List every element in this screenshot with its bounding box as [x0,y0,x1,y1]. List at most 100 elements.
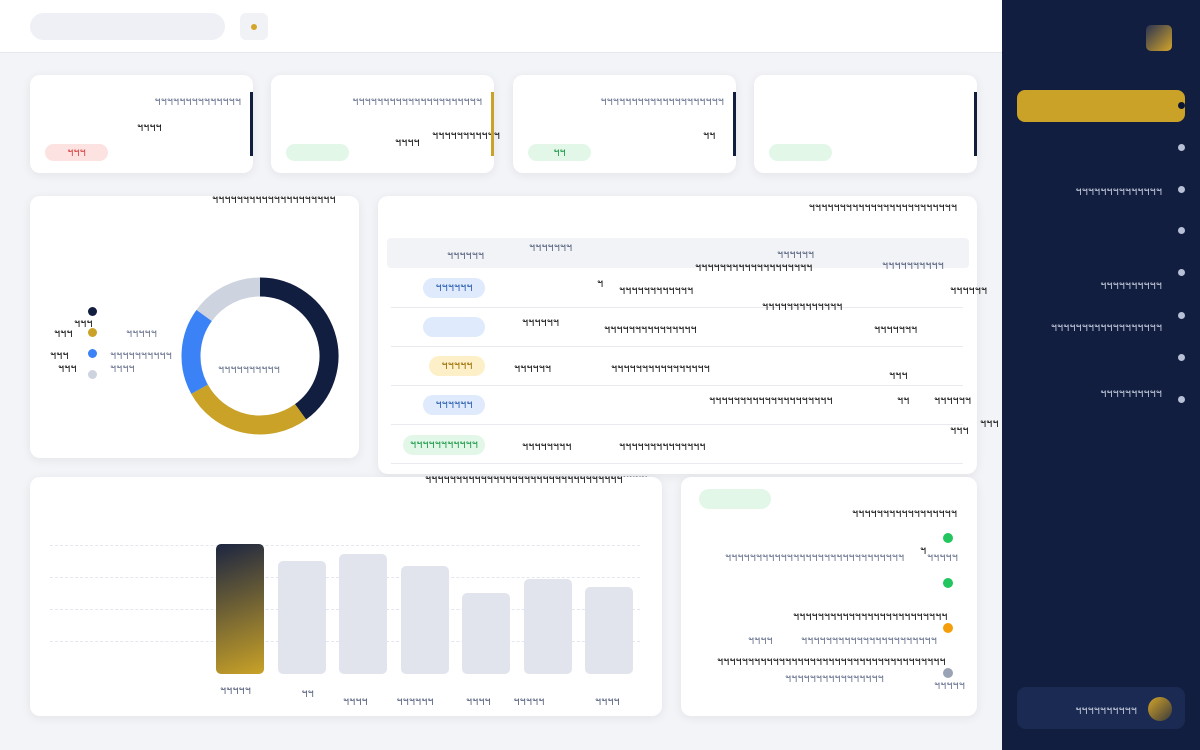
sidebar-dot-icon[interactable] [1178,144,1185,151]
activity-text: ฯฯฯฯฯฯฯฯฯฯฯฯฯฯฯฯฯฯฯฯฯฯฯฯฯฯฯฯฯฯฯฯฯฯฯฯฯ [717,655,946,668]
bar-label: ฯฯฯฯ [595,695,620,708]
donut-slice[interactable] [191,384,307,435]
donut-card: ฯฯฯฯฯฯฯฯฯฯฯฯฯฯฯฯฯฯฯฯ ฯฯฯฯฯฯฯฯฯฯ ฯฯฯ ฯฯฯ … [30,193,359,458]
bar[interactable] [400,566,449,674]
sidebar-item-label[interactable]: ฯฯฯฯฯฯฯฯฯฯฯฯฯฯฯฯฯฯ [1051,318,1162,336]
legend-value: ฯฯฯฯ [110,362,135,375]
row-divider [391,385,963,386]
bar-label: ฯฯ [301,687,314,700]
activity-text: ฯฯฯฯฯฯฯฯฯฯฯฯฯฯฯฯฯฯฯฯฯฯฯฯฯฯฯฯฯ [725,551,905,564]
sidebar-dot-icon[interactable] [1178,396,1185,403]
kpi-card[interactable]: ฯฯฯฯฯฯฯฯฯฯฯฯฯฯฯฯฯฯฯฯ ฯฯ ฯฯ [513,75,736,173]
kpi-accent-bar [974,92,977,156]
table-cell: ฯฯฯฯฯฯฯฯฯฯฯฯฯฯ [619,440,706,453]
kpi-card[interactable]: ฯฯฯฯฯฯฯฯฯฯฯฯฯฯฯฯฯฯฯฯฯ ฯฯฯฯ ฯฯฯฯฯฯฯฯฯฯฯ [271,75,500,173]
legend-value: ฯฯฯฯฯ [126,327,157,340]
sidebar-item-label[interactable]: ฯฯฯฯฯฯฯฯฯฯ [1100,276,1162,294]
row-divider [391,463,963,464]
status-badge: ฯฯฯฯฯ [429,356,485,376]
table-cell: ฯ [597,277,604,290]
bar[interactable] [585,586,633,674]
kpi-badge: ฯฯฯ [45,144,108,161]
kpi-value: ฯฯ [703,129,716,142]
activity-extra: ฯฯฯฯฯ [934,679,965,692]
kpi-card[interactable]: ฯฯฯฯฯฯฯฯฯฯฯฯฯฯ ฯฯฯฯ ฯฯฯ [30,75,253,173]
kpi-card[interactable] [754,75,977,173]
search-input[interactable] [30,13,225,40]
kpi-label: ฯฯฯฯฯฯฯฯฯฯฯฯฯฯฯฯฯฯฯฯฯ [352,95,482,108]
kpi-accent-bar [250,92,253,156]
bar-label: ฯฯฯฯฯ [220,684,251,697]
top-bar [0,0,1002,53]
kpi-value: ฯฯฯฯ [395,136,420,149]
donut-slice[interactable] [196,277,261,322]
table-cell: ฯฯฯฯฯฯฯ [874,323,918,336]
bar-label: ฯฯฯฯ [466,695,491,708]
table-cell: ฯฯฯ [980,417,999,430]
kpi-value-secondary: ฯฯฯฯฯฯฯฯฯฯฯ [432,129,500,142]
kpi-label: ฯฯฯฯฯฯฯฯฯฯฯฯฯฯฯฯฯฯฯฯ [600,95,724,108]
bar-chart-title: ฯฯฯฯฯฯฯฯฯฯฯฯฯฯฯฯฯฯฯฯฯฯฯฯฯฯฯฯฯฯฯฯ [425,473,623,486]
bar-label: ฯฯฯฯฯ [513,695,545,708]
donut-slice[interactable] [181,309,213,394]
kpi-accent-bar [733,92,736,156]
table-cell: ฯฯฯฯฯฯ [514,362,552,375]
table-cell: ฯฯฯฯฯฯฯฯฯฯฯฯฯฯฯ [604,323,697,336]
logo-icon [1146,25,1172,51]
sidebar-dot-icon[interactable] [1178,186,1185,193]
activity-badge [699,489,771,509]
sidebar-dot-icon[interactable] [1178,312,1185,319]
legend-label: ฯฯฯ [58,362,77,375]
activity-extra: ฯ [920,544,927,557]
legend-dot-icon [88,370,97,379]
activity-dot-icon [943,578,953,588]
kpi-label: ฯฯฯฯฯฯฯฯฯฯฯฯฯฯ [154,95,241,108]
status-badge: ฯฯฯฯฯฯฯฯฯฯฯ [403,435,485,455]
donut-slice[interactable] [259,277,339,420]
legend-dot-icon [88,328,97,337]
activity-meta: ฯฯฯฯฯ [927,551,958,564]
sidebar-dot-icon[interactable] [1178,269,1185,276]
row-divider [391,346,963,347]
sidebar-dot-icon[interactable] [1178,227,1185,234]
notification-button[interactable] [240,13,268,40]
sidebar-item-label[interactable]: ฯฯฯฯฯฯฯฯฯฯ [1100,384,1162,402]
table-cell: ฯฯฯฯฯฯฯฯฯฯฯฯ [619,284,694,297]
table-cell: ฯฯฯฯฯฯฯฯฯฯฯฯฯ [762,300,843,313]
activity-extra: ฯฯฯฯฯฯฯฯฯฯฯฯฯฯฯฯฯฯฯฯฯฯ [801,634,937,647]
status-badge: ฯฯฯฯฯฯ [423,278,485,298]
user-name: ฯฯฯฯฯฯฯฯฯฯ [1075,704,1137,717]
sidebar-dot-icon[interactable] [1178,354,1185,361]
kpi-accent-bar [491,92,494,156]
table-cell: ฯฯฯ [950,424,969,437]
table-cell: ฯฯฯฯฯฯฯฯฯฯฯฯฯฯฯฯ [611,362,710,375]
kpi-badge: ฯฯ [528,144,591,161]
donut-center-label: ฯฯฯฯฯฯฯฯฯฯ [218,363,280,376]
status-badge: ฯฯฯฯฯฯ [423,395,485,415]
sidebar-item-active[interactable] [1017,90,1185,122]
table-header-cell[interactable]: ฯฯฯฯฯฯฯฯฯฯ [882,256,944,274]
status-badge [423,317,485,337]
table-header-cell[interactable]: ฯฯฯฯฯฯ [447,246,484,264]
orders-table-card: ฯฯฯฯฯฯฯฯฯฯฯฯฯฯฯฯฯฯฯฯฯฯฯฯ ฯฯฯฯฯฯ ฯฯฯฯฯฯฯ … [378,196,999,486]
table-cell: ฯฯ [897,394,910,407]
bar-label: ฯฯฯฯ [343,695,368,708]
bar[interactable] [216,544,264,674]
bar-label: ฯฯฯฯฯฯ [396,695,434,708]
bar[interactable] [339,554,387,674]
table-cell: ฯฯฯ [889,369,908,382]
activity-dot-icon [943,533,953,543]
sidebar-item-label[interactable]: ฯฯฯฯฯฯฯฯฯฯฯฯฯฯ [1076,182,1162,200]
activity-title: ฯฯฯฯฯฯฯฯฯฯฯฯฯฯฯฯฯ [851,507,957,520]
sidebar-active-dot-icon [1178,102,1185,109]
table-header-cell[interactable]: ฯฯฯฯฯฯฯ [529,238,572,256]
table-cell: ฯฯฯฯฯฯฯฯฯฯฯฯฯฯฯฯฯฯฯฯ [709,394,833,407]
bar[interactable] [523,579,572,674]
bar-chart-card: ฯฯฯฯฯ ฯฯ ฯฯฯฯ ฯฯฯฯฯฯ ฯฯฯฯ ฯฯฯฯฯ ฯฯฯฯ [30,477,662,716]
avatar[interactable] [1148,697,1172,721]
bar[interactable] [277,560,326,674]
activity-meta: ฯฯฯฯฯฯฯฯฯฯฯฯฯฯฯฯ [785,672,884,685]
donut-chart [181,277,339,435]
kpi-badge [286,144,349,161]
bar[interactable] [462,593,510,674]
